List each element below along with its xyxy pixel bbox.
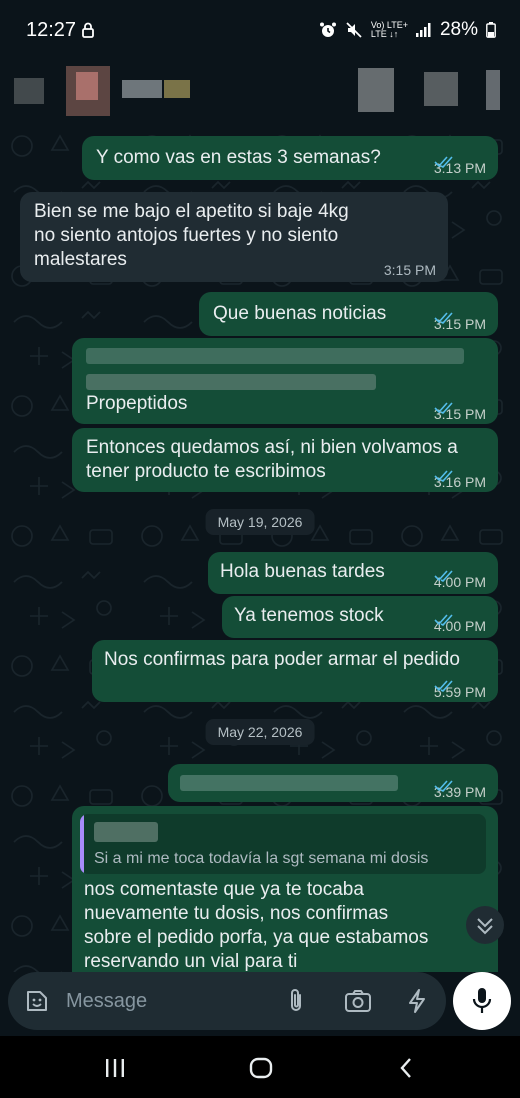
recents-icon[interactable] xyxy=(104,1058,126,1078)
contact-avatar-detail xyxy=(76,72,98,100)
censored-text xyxy=(180,775,398,791)
call-pixelated[interactable] xyxy=(424,72,458,106)
message-text: Nos confirmas para poder armar el pedido xyxy=(104,649,460,670)
voice-record-button[interactable] xyxy=(453,972,511,1030)
message-bubble-outgoing[interactable]: Y como vas en estas 3 semanas? 3:13 PM xyxy=(82,136,498,180)
mic-icon xyxy=(472,988,492,1013)
battery-icon xyxy=(486,22,496,38)
composer: Message xyxy=(0,972,520,1034)
double-check-icon xyxy=(434,402,453,414)
message-meta: 3:39 PM xyxy=(434,780,486,804)
battery-percent: 28% xyxy=(439,19,478,40)
date-separator: May 22, 2026 xyxy=(205,719,315,745)
system-nav-bar xyxy=(0,1036,520,1098)
sticker-icon[interactable] xyxy=(24,988,50,1014)
contact-name-pixelated[interactable] xyxy=(122,80,162,98)
double-check-icon xyxy=(434,680,453,692)
message-bubble-outgoing[interactable]: Propeptidos 3:15 PM xyxy=(72,338,498,424)
message-line: sobre el pedido porfa, ya que estabamos xyxy=(84,927,429,948)
quoted-message[interactable]: Si a mi me toca todavía la sgt semana mi… xyxy=(80,814,486,874)
message-bubble-outgoing[interactable]: Entonces quedamos así, ni bien volvamos … xyxy=(72,428,498,492)
status-time: 12:27 xyxy=(26,19,77,41)
censored-text xyxy=(86,348,464,364)
message-meta: 3:16 PM xyxy=(434,470,486,494)
message-meta: 5:59 PM xyxy=(434,680,486,704)
message-bubble-incoming[interactable]: Bien se me bajo el apetito si baje 4kg n… xyxy=(20,192,448,282)
message-meta: 3:15 PM xyxy=(434,312,486,336)
message-line: nuevamente tu dosis, nos confirmas xyxy=(84,903,389,924)
message-line: no siento antojos fuertes y no siento xyxy=(34,225,339,246)
message-meta: 3:15 PM xyxy=(434,402,486,426)
scroll-down-icon xyxy=(477,918,493,935)
home-icon[interactable] xyxy=(249,1057,273,1079)
message-text: Ya tenemos stock xyxy=(234,605,384,626)
message-line: reservando un vial para ti xyxy=(84,951,298,972)
lock-icon xyxy=(82,22,94,38)
video-call-pixelated[interactable] xyxy=(358,68,394,112)
message-line: Entonces quedamos así, ni bien volvamos … xyxy=(86,437,458,458)
alarm-icon xyxy=(319,22,336,37)
quoted-text: Si a mi me toca todavía la sgt semana mi… xyxy=(94,850,429,867)
back-area-pixelated[interactable] xyxy=(14,78,44,104)
message-text: Propeptidos xyxy=(86,393,188,414)
quote-bar xyxy=(80,814,84,874)
message-bubble-outgoing[interactable]: Que buenas noticias 3:15 PM xyxy=(199,292,498,336)
chat-area[interactable]: Y como vas en estas 3 semanas? 3:13 PM B… xyxy=(0,122,520,972)
quoted-sender-censored xyxy=(94,822,158,842)
double-check-icon xyxy=(434,156,453,168)
network-bottom: LTE ↓↑ xyxy=(370,29,399,39)
message-line: nos comentaste que ya te tocaba xyxy=(84,879,364,900)
date-separator: May 19, 2026 xyxy=(205,509,315,535)
message-line: Bien se me bajo el apetito si baje 4kg xyxy=(34,201,349,222)
message-line: tener producto te escribimos xyxy=(86,461,326,482)
double-check-icon xyxy=(434,614,453,626)
message-meta: 4:00 PM xyxy=(434,614,486,638)
network-indicator: Vo) LTE+ LTE ↓↑ xyxy=(371,21,408,39)
double-check-icon xyxy=(434,780,453,792)
back-icon[interactable] xyxy=(398,1057,414,1079)
attach-icon[interactable] xyxy=(284,987,308,1015)
double-check-icon xyxy=(434,470,453,482)
message-text: Hola buenas tardes xyxy=(220,561,385,582)
message-time: 3:15 PM xyxy=(383,262,436,278)
chat-header[interactable] xyxy=(0,60,520,122)
camera-icon[interactable] xyxy=(344,988,372,1014)
mute-icon xyxy=(346,22,362,38)
censored-text xyxy=(86,374,376,390)
signal-icon xyxy=(415,23,431,37)
message-bubble-outgoing[interactable]: 3:39 PM xyxy=(168,764,498,802)
menu-pixelated[interactable] xyxy=(486,70,500,110)
message-bubble-outgoing[interactable]: Hola buenas tardes 4:00 PM xyxy=(208,552,498,594)
message-bubble-outgoing-reply[interactable]: Si a mi me toca todavía la sgt semana mi… xyxy=(72,806,498,972)
scroll-down-button[interactable] xyxy=(466,906,504,944)
message-meta: 3:13 PM xyxy=(434,156,486,180)
message-meta: 4:00 PM xyxy=(434,570,486,594)
message-line: malestares xyxy=(34,249,127,270)
message-input[interactable]: Message xyxy=(8,972,446,1030)
message-placeholder: Message xyxy=(66,990,148,1012)
status-bar: 12:27 Vo) LTE+ LTE ↓↑ 28% xyxy=(0,0,520,60)
status-icons: Vo) LTE+ LTE ↓↑ 28% xyxy=(319,19,496,41)
double-check-icon xyxy=(434,312,453,324)
bolt-icon[interactable] xyxy=(406,988,428,1014)
message-text: Y como vas en estas 3 semanas? xyxy=(96,147,381,168)
message-bubble-outgoing[interactable]: Nos confirmas para poder armar el pedido… xyxy=(92,640,498,702)
message-bubble-outgoing[interactable]: Ya tenemos stock 4:00 PM xyxy=(222,596,498,638)
message-text: Que buenas noticias xyxy=(213,303,387,324)
contact-name-pixelated-2 xyxy=(164,80,190,98)
double-check-icon xyxy=(434,570,453,582)
